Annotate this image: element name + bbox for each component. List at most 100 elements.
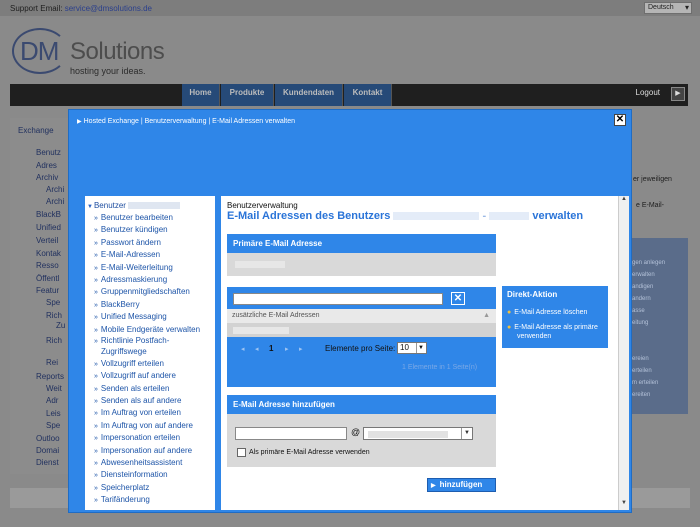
per-page-select[interactable]: 10 ▼ [397, 342, 427, 354]
bg-side-item[interactable]: Adres [36, 161, 57, 170]
bg-side-item[interactable]: Zu [56, 321, 65, 330]
logout-arrow-icon[interactable]: ▶ [671, 87, 685, 101]
support-email-link[interactable]: service@dmsolutions.de [65, 4, 152, 13]
bg-side-item[interactable]: Resso [36, 261, 59, 270]
nav-kundendaten[interactable]: Kundendaten [275, 84, 343, 106]
add-email-button[interactable]: ▶ hinzufügen [427, 478, 496, 492]
bg-right-box-item: ereien [632, 356, 649, 362]
close-button[interactable]: ✕ [614, 114, 626, 126]
nav-link-abwesenheitsassistent[interactable]: Abwesenheitsassistent [94, 457, 215, 469]
prev-page-icon[interactable]: ◂ [255, 345, 259, 353]
per-page-label: Elemente pro Seite: [325, 344, 396, 353]
nav-link-benutzer-kuendigen[interactable]: Benutzer kündigen [94, 224, 215, 236]
nav-link-impersonation-erteilen[interactable]: Impersonation erteilen [94, 432, 215, 444]
collapse-triangle-icon[interactable]: ▼ [87, 204, 93, 210]
bg-side-item[interactable]: Benutz [36, 148, 61, 157]
nav-link-mobile-endgeraete[interactable]: Mobile Endgeräte verwalten [94, 324, 215, 336]
chevron-down-icon[interactable]: ▼ [461, 428, 472, 439]
bg-side-item[interactable]: Unified [36, 223, 61, 232]
nav-link-adressmaskierung[interactable]: Adressmaskierung [94, 274, 215, 286]
language-select[interactable]: Deutsch [644, 2, 692, 14]
bg-side-item[interactable]: Rich [46, 336, 62, 345]
bullet-icon: ● [507, 309, 512, 316]
page-subtitle: Benutzerverwaltung [227, 201, 298, 210]
bg-side-item[interactable]: Featur [36, 286, 59, 295]
first-page-icon[interactable]: ◂ [241, 345, 245, 353]
bg-side-item[interactable]: Archi [46, 185, 64, 194]
nav-link-vollzugriff-andere[interactable]: Vollzugriff auf andere [94, 370, 215, 382]
action-delete-email[interactable]: ● E-Mail Adresse löschen [507, 308, 587, 317]
scroll-down-icon[interactable]: ▼ [619, 500, 629, 510]
modal-scrollbar[interactable]: ▲ ▼ [618, 196, 629, 510]
new-email-local-input[interactable] [235, 427, 347, 440]
bg-side-item[interactable]: Spe [46, 421, 60, 430]
redacted-primary-email [235, 261, 285, 268]
page-title: E-Mail Adressen des Benutzers - verwalte… [227, 210, 584, 222]
bg-right-box-item: erwalten [632, 272, 655, 278]
additional-emails-label: zusätzliche E-Mail Adressen [232, 312, 320, 319]
nav-link-impersonation-andere[interactable]: Impersonation auf andere [94, 445, 215, 457]
email-list-row[interactable] [227, 323, 496, 337]
nav-link-vollzugriff-erteilen[interactable]: Vollzugriff erteilen [94, 358, 215, 370]
bg-right-text: er jeweiligen [633, 176, 672, 183]
current-page[interactable]: 1 [269, 344, 273, 353]
bg-side-item[interactable]: Verteil [36, 236, 58, 245]
bg-side-item[interactable]: Domai [36, 446, 59, 455]
filter-input[interactable] [233, 293, 443, 305]
bg-side-item[interactable]: Leis [46, 409, 61, 418]
primary-checkbox[interactable] [237, 448, 246, 457]
nav-link-senden-als-erteilen[interactable]: Senden als erteilen [94, 383, 215, 395]
user-nav-panel: ▼Benutzer Benutzer bearbeiten Benutzer k… [85, 196, 215, 510]
bg-side-item[interactable]: Reports [36, 372, 64, 381]
nav-link-passwort-aendern[interactable]: Passwort ändern [94, 237, 215, 249]
bg-side-item[interactable]: Adr [46, 396, 58, 405]
nav-link-blackberry[interactable]: BlackBerry [94, 299, 215, 311]
nav-produkte[interactable]: Produkte [221, 84, 274, 106]
bg-side-item[interactable]: Archi [46, 197, 64, 206]
add-arrow-icon: ▶ [431, 483, 436, 489]
nav-link-diensteinformation[interactable]: Diensteinformation [94, 469, 215, 481]
breadcrumb: ▶ Hosted Exchange | Benutzerverwaltung | … [77, 118, 295, 125]
last-page-icon[interactable]: ▸ [299, 345, 303, 353]
primary-email-header: Primäre E-Mail Adresse [227, 234, 496, 253]
sort-icon[interactable]: ▲ [483, 309, 490, 323]
redacted-name [393, 212, 480, 221]
nav-link-benutzer-bearbeiten[interactable]: Benutzer bearbeiten [94, 212, 215, 224]
pager: ◂ ◂ 1 ▸ ▸ Elemente pro Seite: 10 ▼ 1 Ele… [227, 339, 496, 387]
bg-side-item[interactable]: Dienst [36, 458, 59, 467]
redacted-list-email [233, 327, 289, 334]
nav-link-richtlinie-postfach[interactable]: Richtlinie Postfach-Zugriffswege [94, 336, 215, 358]
clear-filter-icon[interactable]: ✕ [451, 292, 465, 305]
logout-link[interactable]: Logout [636, 88, 660, 97]
bg-side-item[interactable]: Rich [46, 311, 62, 320]
nav-link-unified-messaging[interactable]: Unified Messaging [94, 311, 215, 323]
nav-link-im-auftrag-erteilen[interactable]: Im Auftrag von erteilen [94, 407, 215, 419]
bg-side-item[interactable]: Rei [46, 358, 58, 367]
nav-link-speicherplatz[interactable]: Speicherplatz [94, 482, 215, 494]
scroll-up-icon[interactable]: ▲ [619, 196, 629, 206]
user-nav-head[interactable]: ▼Benutzer [87, 201, 181, 210]
bg-right-box-item: m erteilen [632, 380, 659, 386]
next-page-icon[interactable]: ▸ [285, 345, 289, 353]
nav-link-email-weiterleitung[interactable]: E-Mail-Weiterleitung [94, 262, 215, 274]
action-delete-email-label: E-Mail Adresse löschen [514, 309, 588, 316]
chevron-down-icon[interactable]: ▼ [416, 343, 425, 353]
nav-link-im-auftrag-andere[interactable]: Im Auftrag von auf andere [94, 420, 215, 432]
nav-link-senden-als-andere[interactable]: Senden als auf andere [94, 395, 215, 407]
bg-side-item[interactable]: Outloo [36, 434, 60, 443]
bg-side-item[interactable]: Öffentl [36, 274, 59, 283]
bg-side-item[interactable]: Archiv [36, 173, 58, 182]
bg-side-item[interactable]: Kontak [36, 249, 61, 258]
domain-select[interactable]: ▼ [363, 427, 473, 440]
nav-link-gruppenmitgliedschaften[interactable]: Gruppenmitgliedschaften [94, 286, 215, 298]
bg-side-item[interactable]: Spe [46, 298, 60, 307]
nav-home[interactable]: Home [182, 84, 220, 106]
bg-side-item[interactable]: BlackB [36, 210, 61, 219]
action-set-primary[interactable]: ● E-Mail Adresse als primäre verwenden [507, 323, 603, 341]
nav-link-email-adressen[interactable]: E-Mail-Adressen [94, 249, 215, 261]
nav-kontakt[interactable]: Kontakt [344, 84, 392, 106]
bg-side-item[interactable]: Exchange [18, 126, 54, 135]
bg-side-item[interactable]: Weit [46, 384, 62, 393]
bg-right-box-item: andern [632, 296, 651, 302]
nav-link-tarifaenderung[interactable]: Tarifänderung [94, 494, 215, 506]
